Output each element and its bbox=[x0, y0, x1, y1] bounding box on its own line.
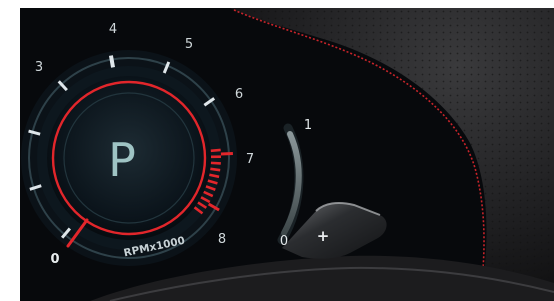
fuel-full-label: 1 bbox=[304, 118, 312, 133]
tick-label-0: 0 bbox=[50, 252, 59, 267]
tick-label-3: 3 bbox=[35, 60, 43, 75]
tick-label-4: 4 bbox=[109, 22, 117, 37]
tachometer-major-tick bbox=[108, 55, 115, 68]
tick-label-6: 6 bbox=[235, 87, 243, 102]
tick-label-8: 8 bbox=[218, 232, 226, 247]
gear-indicator: P bbox=[108, 133, 136, 187]
redline-segment bbox=[210, 148, 221, 153]
fuel-empty-label: 0 bbox=[280, 234, 288, 249]
dashboard-photo: + P RPMx1000 0 3 4 5 6 7 8 1 0 bbox=[20, 8, 554, 301]
tick-label-5: 5 bbox=[185, 37, 193, 52]
redline-segment bbox=[210, 161, 221, 165]
tick-label-7: 7 bbox=[246, 152, 254, 167]
redline-segment bbox=[210, 167, 221, 172]
dashboard-scene: + P RPMx1000 0 3 4 5 6 7 8 1 0 bbox=[20, 8, 554, 301]
tachometer-major-tick bbox=[220, 151, 233, 156]
paddle-plus-label: + bbox=[317, 227, 330, 245]
